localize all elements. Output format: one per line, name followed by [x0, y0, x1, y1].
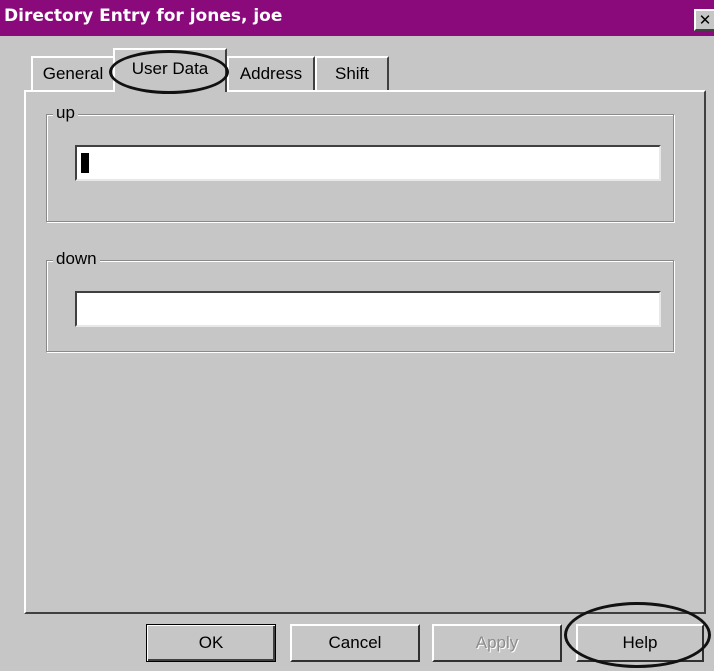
tab-address-label: Address — [239, 64, 303, 83]
close-icon: ✕ — [698, 11, 712, 29]
cancel-button-label: Cancel — [328, 633, 382, 652]
tab-user-data-label: User Data — [131, 59, 209, 78]
ok-button-label: OK — [198, 633, 224, 652]
down-field[interactable] — [75, 291, 661, 327]
tab-address[interactable]: Address — [227, 56, 315, 90]
up-field[interactable] — [75, 145, 661, 181]
up-group-label: up — [53, 103, 78, 123]
up-group: up — [46, 103, 674, 222]
tab-shift-label: Shift — [334, 64, 370, 83]
help-button-label: Help — [622, 633, 658, 652]
help-button[interactable]: Help — [576, 624, 704, 662]
ok-button[interactable]: OK — [146, 624, 276, 662]
window-title: Directory Entry for jones, joe — [4, 6, 283, 26]
tab-general-label: General — [42, 64, 104, 83]
user-data-tab-panel: up down — [24, 90, 706, 614]
dialog-window: Directory Entry for jones, joe ✕ General… — [0, 0, 714, 671]
tab-user-data[interactable]: User Data — [113, 48, 227, 92]
cancel-button[interactable]: Cancel — [290, 624, 420, 662]
close-button[interactable]: ✕ — [694, 9, 714, 31]
tab-general[interactable]: General — [31, 56, 115, 90]
down-group-label: down — [53, 249, 100, 269]
down-group: down — [46, 249, 674, 352]
tab-shift[interactable]: Shift — [315, 56, 389, 90]
apply-button[interactable]: Apply — [432, 624, 562, 662]
text-cursor — [81, 153, 89, 173]
apply-button-label: Apply — [475, 633, 519, 652]
title-bar[interactable]: Directory Entry for jones, joe ✕ — [0, 0, 714, 36]
